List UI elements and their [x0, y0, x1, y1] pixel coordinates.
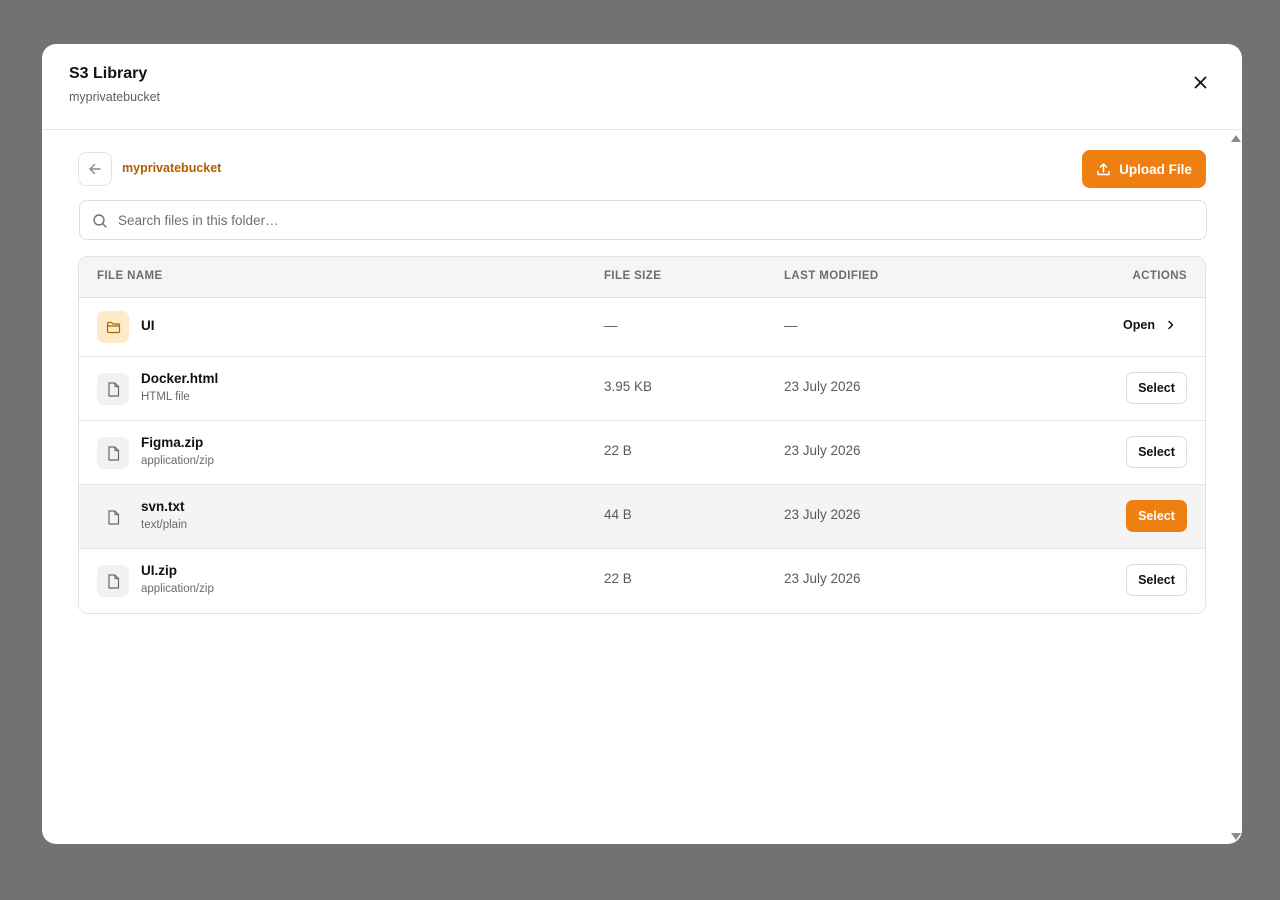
file-modified: 23 July 2026 [784, 507, 861, 522]
file-name: Figma.zip [141, 435, 204, 450]
select-button[interactable]: Select [1126, 436, 1187, 468]
file-modified: 23 July 2026 [784, 443, 861, 458]
column-header-last-modified: LAST MODIFIED [784, 270, 879, 282]
table-row[interactable]: Docker.html HTML file 3.95 KB 23 July 20… [79, 357, 1205, 421]
file-modified: 23 July 2026 [784, 379, 861, 394]
column-header-file-name: FILE NAME [97, 270, 163, 282]
file-icon [97, 437, 129, 469]
table-header: FILE NAME FILE SIZE LAST MODIFIED ACTION… [79, 257, 1205, 298]
file-type: application/zip [141, 455, 214, 467]
file-modified: 23 July 2026 [784, 571, 861, 586]
dialog-header: S3 Library myprivatebucket [42, 44, 1242, 130]
s3-library-dialog: S3 Library myprivatebucket myprivatebuck… [42, 44, 1242, 844]
scroll-down-arrow-icon[interactable] [1231, 833, 1241, 840]
files-table: FILE NAME FILE SIZE LAST MODIFIED ACTION… [78, 256, 1206, 614]
table-row[interactable]: Figma.zip application/zip 22 B 23 July 2… [79, 421, 1205, 485]
file-icon [97, 373, 129, 405]
open-folder-label: Open [1123, 318, 1155, 332]
file-name: svn.txt [141, 499, 185, 514]
folder-name: UI [141, 318, 155, 333]
search-input[interactable] [118, 201, 1196, 239]
folder-icon [97, 311, 129, 343]
file-name: Docker.html [141, 371, 219, 386]
close-icon [1194, 76, 1206, 88]
dialog-body: myprivatebucket Upload File FILE NAME FI… [42, 131, 1228, 844]
table-row[interactable]: UI.zip application/zip 22 B 23 July 2026… [79, 549, 1205, 613]
folder-size: — [604, 318, 618, 333]
dialog-subtitle: myprivatebucket [69, 90, 161, 104]
arrow-left-icon [89, 163, 101, 175]
open-folder-button[interactable]: Open [1123, 318, 1175, 332]
breadcrumb-current[interactable]: myprivatebucket [122, 161, 221, 175]
scroll-up-arrow-icon[interactable] [1231, 135, 1241, 142]
search-box [79, 200, 1207, 240]
upload-file-label: Upload File [1119, 161, 1192, 177]
file-icon [97, 565, 129, 597]
table-row-folder[interactable]: UI — — Open [79, 298, 1205, 357]
file-size: 3.95 KB [604, 379, 653, 394]
file-size: 22 B [604, 571, 632, 586]
select-button[interactable]: Select [1126, 372, 1187, 404]
table-row[interactable]: svn.txt text/plain 44 B 23 July 2026 Sel… [79, 485, 1205, 549]
folder-modified: — [784, 318, 798, 333]
select-button[interactable]: Select [1126, 564, 1187, 596]
upload-icon [1097, 162, 1110, 175]
file-size: 22 B [604, 443, 632, 458]
file-type: HTML file [141, 391, 190, 403]
file-name: UI.zip [141, 563, 177, 578]
upload-file-button[interactable]: Upload File [1082, 150, 1206, 188]
chevron-right-icon [1168, 320, 1174, 330]
file-icon [97, 501, 129, 533]
column-header-file-size: FILE SIZE [604, 270, 662, 282]
file-type: text/plain [141, 519, 188, 531]
column-header-actions: ACTIONS [1132, 270, 1187, 282]
scrollbar[interactable] [1228, 131, 1242, 844]
select-button[interactable]: Select [1126, 500, 1187, 532]
search-icon [92, 213, 108, 229]
file-size: 44 B [604, 507, 632, 522]
dialog-title: S3 Library [69, 65, 148, 82]
file-type: application/zip [141, 583, 214, 595]
close-button[interactable] [1190, 72, 1210, 92]
back-button[interactable] [78, 152, 112, 186]
